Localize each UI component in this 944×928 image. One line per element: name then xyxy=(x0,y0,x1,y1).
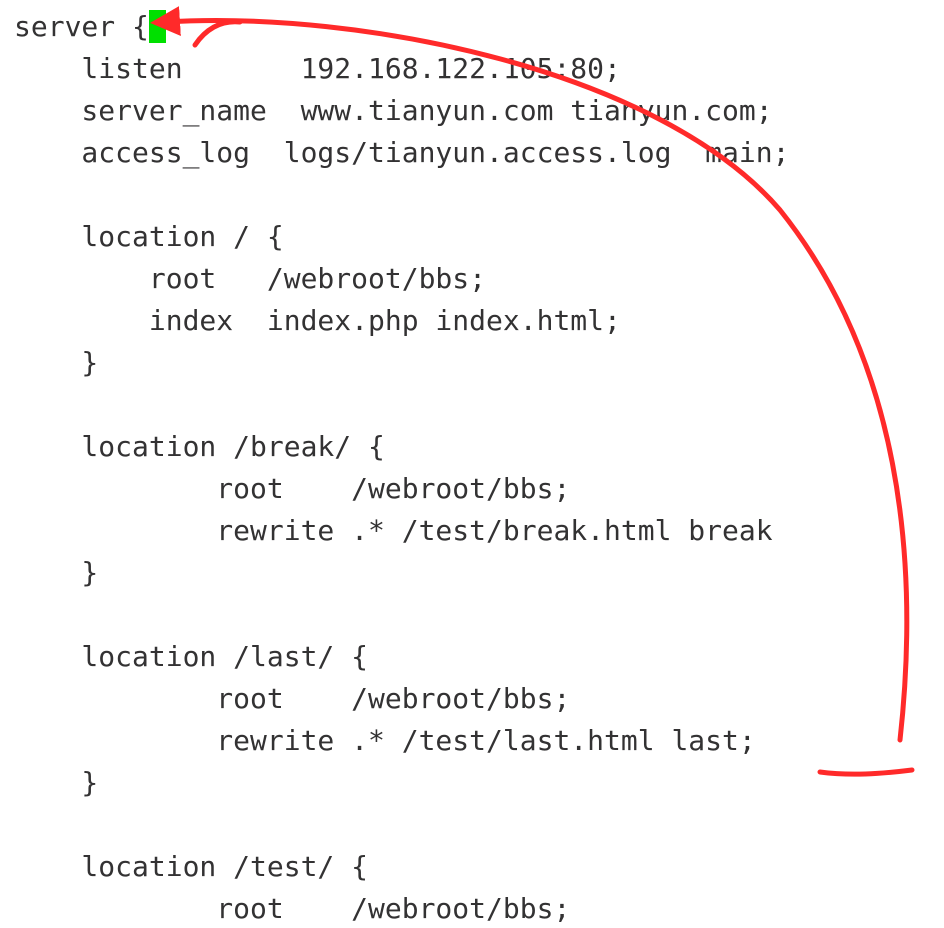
code-line: location /break/ { xyxy=(14,430,385,463)
code-line: location / { xyxy=(14,220,284,253)
code-line: root /webroot/bbs; xyxy=(14,262,486,295)
nginx-config-code: server { listen 192.168.122.105:80; serv… xyxy=(0,0,944,928)
code-line: rewrite .* /test/break.html break xyxy=(14,514,773,547)
code-line: location /last/ { xyxy=(14,640,368,673)
code-line: access_log logs/tianyun.access.log main; xyxy=(14,136,789,169)
code-line: listen 192.168.122.105:80; xyxy=(14,52,621,85)
code-line: } xyxy=(14,346,98,379)
code-line: } xyxy=(14,766,98,799)
code-line: root /webroot/bbs; xyxy=(14,682,570,715)
code-line: } xyxy=(14,556,98,589)
code-line: index index.php index.html; xyxy=(14,304,621,337)
code-line: rewrite .* /test/last.html last; xyxy=(14,724,756,757)
code-line: server_name www.tianyun.com tianyun.com; xyxy=(14,94,773,127)
cursor xyxy=(149,10,166,43)
code-line: root /webroot/bbs; xyxy=(14,472,570,505)
code-block: server { listen 192.168.122.105:80; serv… xyxy=(0,0,944,928)
code-line: location /test/ { xyxy=(14,850,368,883)
code-line: root /webroot/bbs; xyxy=(14,892,570,925)
